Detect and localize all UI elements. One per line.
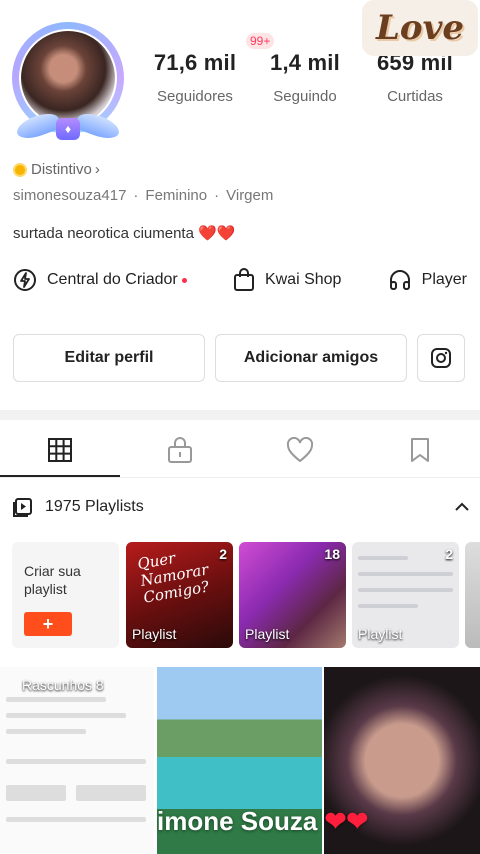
- playlists-row: Criar sua playlist + Quer Namorar Comigo…: [12, 542, 480, 648]
- creator-center-label: Central do Criador: [47, 271, 178, 288]
- thumbnail-line: [358, 556, 408, 560]
- bookmark-icon: [411, 437, 429, 462]
- playlist-count: 2: [445, 546, 453, 562]
- zodiac-sign: Virgem: [226, 187, 274, 204]
- thumbnail-line: [358, 604, 418, 608]
- player-label: Player: [421, 271, 467, 288]
- stat-followers[interactable]: 71,6 mil Seguidores: [140, 50, 250, 105]
- playlist-card[interactable]: Quer Namorar Comigo? 2 Playlist: [126, 542, 233, 648]
- playlist-icon: [13, 498, 32, 517]
- playlist-card[interactable]: 2 Playlist: [352, 542, 459, 648]
- tab-saved[interactable]: [360, 422, 480, 477]
- playlist-label: Playlist: [358, 626, 403, 642]
- gender: Feminino: [145, 187, 208, 204]
- stat-following[interactable]: 1,4 mil Seguindo: [250, 50, 360, 105]
- thumbnail-line: [6, 817, 146, 822]
- content-tabs: [0, 422, 480, 478]
- tab-posts[interactable]: [0, 422, 120, 477]
- chevron-up-icon[interactable]: [454, 501, 470, 513]
- thumbnail-line: [6, 697, 106, 702]
- crown-badge-icon: ♦: [56, 118, 80, 140]
- profile-meta: simonesouza417 · Feminino · Virgem: [13, 187, 273, 204]
- instagram-button[interactable]: [417, 334, 465, 382]
- lightning-icon: [14, 269, 36, 291]
- thumbnail-line: [6, 729, 86, 734]
- distintivo-link[interactable]: Distintivo ›: [13, 161, 100, 178]
- heart-icon: [286, 436, 314, 462]
- playlists-header[interactable]: 1975 Playlists: [13, 497, 470, 517]
- headphones-icon: [389, 270, 410, 290]
- caption-text: imone Souza: [157, 806, 318, 836]
- playlist-count: 18: [324, 546, 340, 562]
- username: simonesouza417: [13, 187, 127, 204]
- kwai-shop-link[interactable]: Kwai Shop: [233, 268, 342, 292]
- profile-actions: Editar perfil Adicionar amigos: [13, 334, 467, 382]
- section-divider: [0, 410, 480, 420]
- profile-stats: 71,6 mil Seguidores 1,4 mil Seguindo 659…: [140, 50, 470, 105]
- stat-label: Curtidas: [387, 88, 443, 105]
- create-playlist-label: Criar sua playlist: [24, 563, 81, 597]
- stat-likes[interactable]: 659 mil Curtidas: [360, 50, 470, 105]
- creator-center-link[interactable]: Central do Criador: [13, 268, 187, 292]
- avatar-photo: [19, 29, 117, 127]
- tab-liked[interactable]: [240, 422, 360, 477]
- profile-links: Central do Criador Kwai Shop Player: [13, 268, 467, 292]
- playlist-label: Playlist: [245, 626, 290, 642]
- instagram-icon: [431, 348, 451, 368]
- lock-icon: [168, 436, 192, 463]
- playlist-card-partial[interactable]: [465, 542, 480, 648]
- stat-label: Seguidores: [157, 88, 233, 105]
- grid-icon: [48, 437, 72, 462]
- player-link[interactable]: Player: [388, 268, 467, 292]
- create-playlist-card[interactable]: Criar sua playlist +: [12, 542, 119, 648]
- stat-value: 1,4 mil: [270, 50, 340, 75]
- shopping-bag-icon: [233, 268, 254, 291]
- thumbnail-line: [6, 713, 126, 718]
- create-playlist-button[interactable]: +: [24, 612, 72, 636]
- distintivo-label: Distintivo: [31, 161, 92, 178]
- thumbnail-line: [358, 572, 453, 576]
- thumbnail-line: [76, 785, 146, 801]
- separator: ·: [214, 187, 220, 204]
- video-thumbnail[interactable]: Rascunhos 8: [0, 667, 155, 854]
- profile-bio: surtada neorotica ciumenta ❤️❤️: [13, 224, 235, 242]
- love-sticker: Love: [362, 0, 478, 56]
- bio-emoji: ❤️❤️: [198, 225, 236, 242]
- new-indicator-dot: [181, 277, 187, 283]
- kwai-shop-label: Kwai Shop: [264, 271, 342, 288]
- separator: ·: [133, 187, 139, 204]
- add-friends-button[interactable]: Adicionar amigos: [215, 334, 407, 382]
- edit-profile-button[interactable]: Editar perfil: [13, 334, 205, 382]
- love-sticker-text: Love: [376, 8, 464, 48]
- stat-value: 71,6 mil: [153, 50, 237, 75]
- playlist-count: 2: [219, 546, 227, 562]
- notification-badge: 99+: [246, 33, 275, 49]
- bio-text: surtada neorotica ciumenta: [13, 225, 194, 242]
- tab-private[interactable]: [120, 422, 240, 477]
- caption-emoji: ❤❤: [324, 806, 369, 836]
- stat-label: Seguindo: [273, 88, 337, 105]
- video-caption: imone Souza ❤❤: [157, 806, 368, 837]
- thumbnail-line: [358, 588, 453, 592]
- playlists-title: 1975 Playlists: [13, 497, 144, 517]
- playlist-label: Playlist: [132, 626, 177, 642]
- thumbnail-line: [6, 759, 146, 764]
- chevron-right-icon: ›: [94, 161, 100, 178]
- coin-icon: [13, 162, 27, 177]
- profile-avatar[interactable]: ♦: [6, 16, 130, 143]
- playlist-card[interactable]: 18 Playlist: [239, 542, 346, 648]
- drafts-label: Rascunhos 8: [22, 677, 104, 693]
- playlists-count-label: 1975 Playlists: [45, 498, 144, 515]
- thumbnail-line: [6, 785, 66, 801]
